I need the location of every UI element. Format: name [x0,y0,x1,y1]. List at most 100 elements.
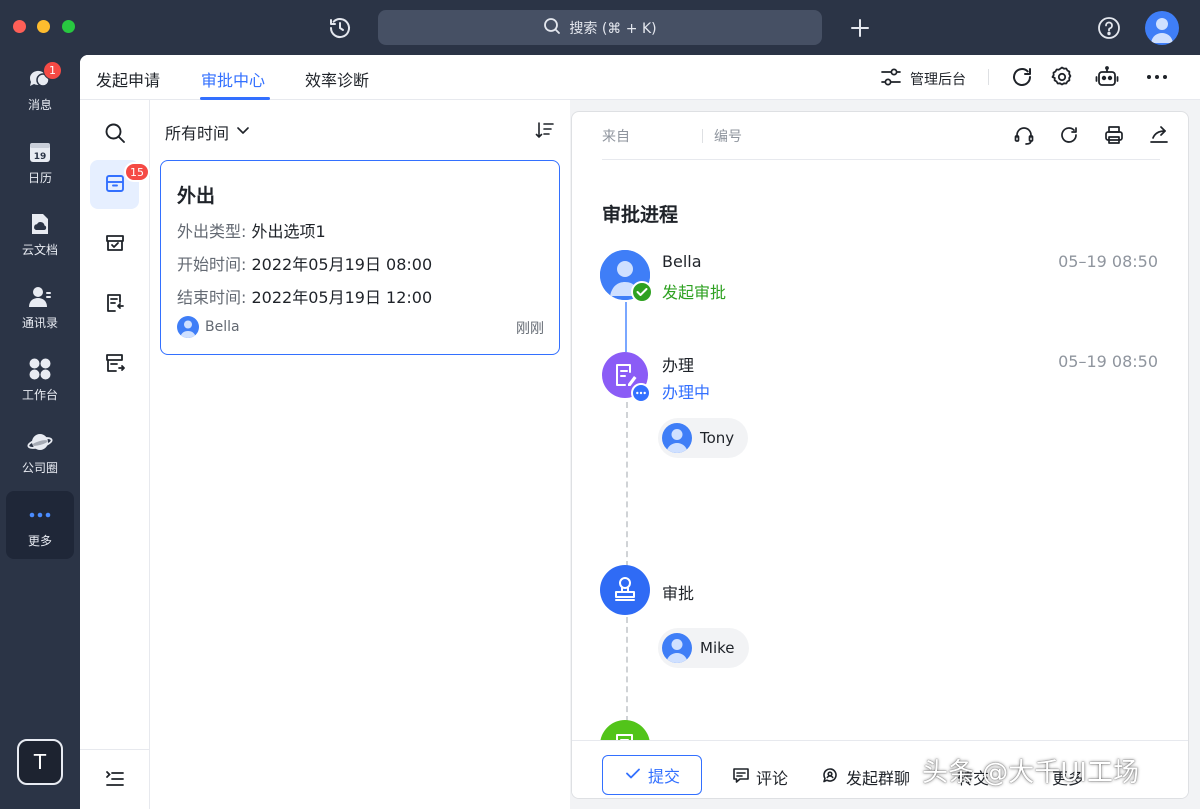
collapse-sidebar-button[interactable] [90,756,139,805]
sidebar-item-submitted[interactable] [90,340,139,389]
more-dots-badge-icon [631,383,651,407]
step-name: 审批 [662,584,695,603]
gear-icon[interactable] [1050,65,1074,89]
calendar-icon: 19 [27,139,53,165]
tab-apply[interactable]: 发起申请 [96,67,160,91]
more-horizontal-icon[interactable] [1145,65,1169,89]
refresh-icon[interactable] [1058,124,1080,146]
rail-item-more[interactable]: 更多 [6,491,74,559]
card-row-start: 开始时间: 2022年05月19日 08:00 [177,251,432,275]
rail-item-workspace[interactable]: 工作台 [6,345,74,413]
number-label: 编号 [714,129,742,145]
user-avatar[interactable] [1145,11,1179,45]
toolbar-divider [988,69,989,85]
robot-icon[interactable] [1095,65,1119,89]
app-rail: 消息 1 19 日历 云文档 通讯录 工作台 公司圈 更多 T [0,55,80,809]
applicant-name: Bella [205,319,240,335]
minimize-window-button[interactable] [37,20,50,33]
card-applicant: Bella [177,316,240,338]
step-status: 办理中 [662,383,711,402]
calendar-day: 19 [34,152,47,162]
step-name: 办理 [662,356,695,375]
tab-efficiency[interactable]: 效率诊断 [305,67,369,91]
workspace-switcher[interactable]: T [17,739,63,785]
tab-approval-center[interactable]: 审批中心 [201,67,265,91]
approval-detail-panel: 来自 编号 审批进程 Bella 发起审批 05–19 08:50 办理 办理中… [571,111,1189,799]
sidebar-divider [80,749,150,750]
rail-item-label: 工作台 [21,387,58,402]
card-row-key: 结束时间: [177,288,247,307]
timeline-connector [626,617,628,722]
sort-icon[interactable] [535,120,555,140]
check-icon [624,764,642,786]
submit-button[interactable]: 提交 [602,755,702,795]
rail-item-label: 公司圈 [21,460,58,475]
assignee-chip[interactable]: Mike [658,628,749,668]
avatar [662,633,692,663]
card-row-key: 外出类型: [177,222,247,241]
rail-item-contacts[interactable]: 通讯录 [6,273,74,341]
assignee-chip[interactable]: Tony [658,418,749,458]
archive-box-icon [104,232,126,258]
headset-icon[interactable] [1013,124,1035,146]
header-underline [602,159,1160,160]
approval-card[interactable]: 外出 外出类型: 外出选项1 开始时间: 2022年05月19日 08:00 结… [160,160,560,355]
tray-export-icon [104,352,126,378]
history-icon[interactable] [327,15,353,41]
rail-item-cloud-docs[interactable]: 云文档 [6,200,74,268]
group-chat-icon [822,766,840,788]
rail-item-label: 消息 [27,97,52,112]
sidebar-item-cc[interactable] [90,280,139,329]
sidebar-search-button[interactable] [90,110,139,159]
card-title: 外出 [177,185,216,207]
sliders-icon [880,66,902,92]
share-icon[interactable] [1148,124,1170,146]
admin-console-button[interactable]: 管理后台 [880,66,966,92]
sidebar-item-processed[interactable] [90,220,139,269]
step-status: 发起审批 [662,283,727,302]
sidebar-item-pending[interactable]: 15 [90,160,150,209]
card-row-value: 2022年05月19日 08:00 [251,255,433,274]
plus-icon[interactable] [848,16,872,40]
more-dots-icon [27,502,53,528]
rail-item-label: 更多 [27,533,52,548]
from-label: 来自 [602,129,630,145]
menu-collapse-icon [104,768,126,794]
time-filter-dropdown[interactable]: 所有时间 [165,120,251,144]
approval-list: 所有时间 外出 外出类型: 外出选项1 开始时间: 2022年05月19日 08… [150,100,570,809]
comment-button[interactable]: 评论 [732,765,788,789]
top-tabs-bar: 发起申请 审批中心 效率诊断 管理后台 [80,55,1200,100]
zoom-window-button[interactable] [62,20,75,33]
card-row-key: 开始时间: [177,255,247,274]
pending-count-badge: 15 [124,162,150,182]
rail-item-messages[interactable]: 消息 [6,55,74,123]
search-icon [104,122,126,148]
planet-icon [27,429,53,455]
global-search-bar[interactable]: 搜索 (⌘ + K) [378,10,822,45]
card-row-type: 外出类型: 外出选项1 [177,218,326,242]
step-avatar-handle [600,350,651,403]
watermark: 头条 @大千UI工场 [922,758,1139,788]
step-time: 05–19 08:50 [1058,252,1158,271]
search-icon [543,17,561,39]
refresh-icon[interactable] [1010,65,1034,89]
comment-label: 评论 [756,769,789,788]
print-icon[interactable] [1103,124,1125,146]
rail-item-calendar[interactable]: 19 日历 [6,128,74,196]
process-section-title: 审批进程 [602,204,679,226]
search-placeholder: 搜索 (⌘ + K) [569,20,657,37]
comment-icon [732,766,750,788]
messages-badge: 1 [43,61,62,80]
step-avatar-bella [600,250,653,303]
close-window-button[interactable] [13,20,26,33]
main-window: 发起申请 审批中心 效率诊断 管理后台 15 所有时间 外出 外出类型: 外出选… [80,55,1200,809]
cloud-doc-icon [27,211,53,237]
rail-item-company-circle[interactable]: 公司圈 [6,418,74,486]
header-divider [702,129,703,143]
submit-label: 提交 [647,767,680,786]
card-time: 刚刚 [516,321,544,337]
assignee-name: Tony [700,429,735,447]
timeline-connector [625,302,627,352]
group-chat-button[interactable]: 发起群聊 [822,765,910,789]
help-icon[interactable] [1096,15,1122,41]
